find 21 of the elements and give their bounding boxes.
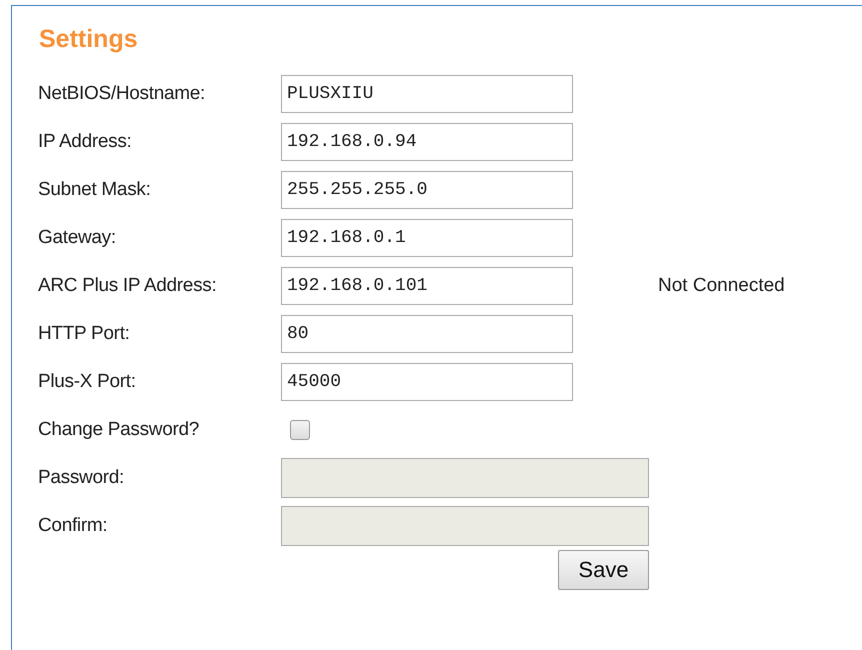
field-label: Gateway:: [38, 227, 117, 249]
text-field[interactable]: 192.168.0.101: [281, 267, 573, 305]
field-label: NetBIOS/Hostname:: [38, 83, 206, 105]
text-field[interactable]: 192.168.0.94: [281, 123, 573, 161]
text-field[interactable]: 45000: [281, 363, 573, 401]
field-label: Password:: [38, 467, 126, 489]
settings-title: Settings: [39, 24, 139, 55]
connection-status: Not Connected: [658, 275, 785, 297]
text-field[interactable]: PLUSXIIU: [281, 75, 573, 113]
field-label: IP Address:: [38, 131, 133, 153]
text-field[interactable]: 255.255.255.0: [281, 171, 573, 209]
field-label: HTTP Port:: [38, 323, 131, 345]
field-label: Plus-X Port:: [38, 371, 137, 393]
field-label: Change Password?: [38, 419, 200, 441]
field-label: Confirm:: [38, 515, 108, 537]
save-button[interactable]: Save: [558, 550, 649, 590]
text-field[interactable]: 192.168.0.1: [281, 219, 573, 257]
field-label: ARC Plus IP Address:: [38, 275, 218, 297]
checkbox[interactable]: [290, 420, 310, 440]
text-field[interactable]: 80: [281, 315, 573, 353]
field-label: Subnet Mask:: [38, 179, 152, 201]
